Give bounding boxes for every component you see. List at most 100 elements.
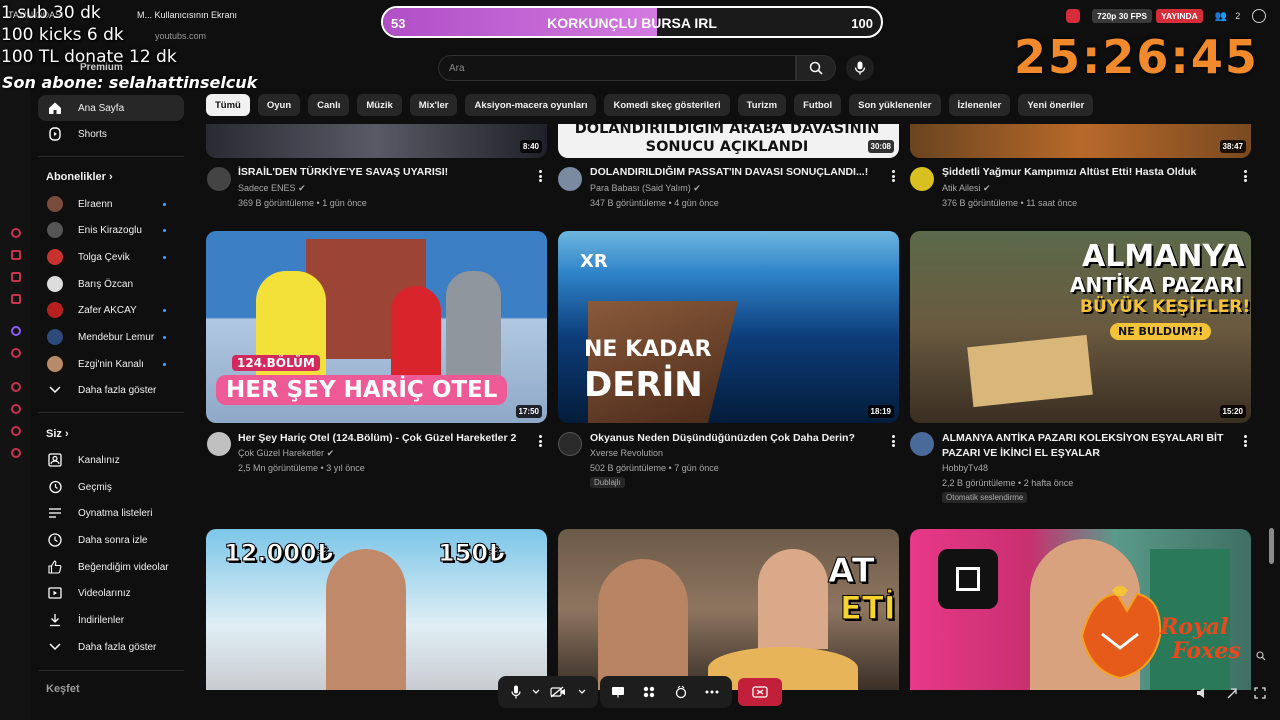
camera-off-icon[interactable] [550,684,566,700]
sidebar-item-subscription[interactable]: Ezgi'nin Kanalı [38,351,184,377]
settings-icon[interactable] [1252,9,1267,23]
channel-avatar [47,329,63,345]
channel-avatar[interactable] [207,167,231,191]
search-button[interactable] [796,55,836,81]
video-thumbnail[interactable]: 8:40 [206,124,547,158]
sidebar-item-subscription[interactable]: Enis Kirazoglu [38,217,184,243]
video-title[interactable]: Şiddetli Yağmur Kampımızı Altüst Etti! H… [942,165,1232,180]
voice-search-button[interactable] [846,55,874,81]
sidebar-show-more-subscriptions[interactable]: Daha fazla göster [38,377,184,403]
video-thumbnail[interactable]: 124.BÖLÜM HER ŞEY HARİÇ OTEL 17:50 [206,231,547,423]
fullscreen-icon[interactable] [1254,686,1266,704]
channel-name[interactable]: Çok Güzel Hareketler ✔ [238,448,334,459]
host-app-icon[interactable] [11,404,21,414]
sidebar-item-home[interactable]: Ana Sayfa [38,95,184,121]
pop-out-icon[interactable] [1226,686,1238,704]
video-duration: 18:19 [867,405,894,418]
more-options-icon[interactable] [704,684,720,700]
chevron-down-icon[interactable] [528,684,544,700]
sidebar-item-subscription[interactable]: Tolga Çevik [38,244,184,270]
host-app-icon[interactable] [11,448,21,458]
channel-name[interactable]: Para Babası (Said Yalım) ✔ [590,183,701,194]
twitch-icon[interactable] [11,326,21,336]
video-title[interactable]: ALMANYA ANTİKA PAZARI KOLEKSİYON EŞYALAR… [942,431,1232,461]
you-heading[interactable]: Siz › [46,428,69,440]
more-options-icon[interactable] [1240,168,1250,184]
sidebar-item-your-videos[interactable]: Videolarınız [38,580,184,606]
chip[interactable]: Oyun [257,94,301,116]
chip[interactable]: Futbol [794,94,842,116]
stream-goals: 1 sub 30 dk 100 kicks 6 dk 100 TL donate… [1,2,177,68]
chip[interactable]: Son yüklenenler [849,94,941,116]
sidebar-item-watch-later[interactable]: Daha sonra izle [38,527,184,553]
host-app-icon[interactable] [11,272,21,282]
more-options-icon[interactable] [535,168,545,184]
channel-avatar[interactable] [558,167,582,191]
stream-title: KORKUNÇLU BURSA IRL [547,15,717,31]
history-icon [46,478,64,496]
channel-avatar[interactable] [207,432,231,456]
thumbnail-caption: HER ŞEY HARİÇ OTEL [216,375,508,405]
zoom-icon[interactable] [1256,648,1266,666]
sidebar-item-shorts[interactable]: Shorts [38,121,184,147]
channel-avatar[interactable] [558,432,582,456]
video-title[interactable]: Her Şey Hariç Otel (124.Bölüm) - Çok Güz… [238,431,528,446]
search-input[interactable]: Ara [438,55,796,81]
host-app-icon[interactable] [11,348,21,358]
microphone-icon[interactable] [508,684,524,700]
video-title[interactable]: Okyanus Neden Düşündüğünüzden Çok Daha D… [590,431,880,446]
sidebar-item-downloads[interactable]: İndirilenler [38,607,184,633]
chip[interactable]: Canlı [308,94,350,116]
channel-name[interactable]: Xverse Revolution [590,448,663,458]
activities-icon[interactable] [641,684,657,700]
more-options-icon[interactable] [888,168,898,184]
sidebar-item-playlists[interactable]: Oynatma listeleri [38,500,184,526]
more-options-icon[interactable] [1240,433,1250,449]
host-app-icon[interactable] [11,382,21,392]
sidebar-show-more[interactable]: Daha fazla göster [38,634,184,660]
video-thumbnail[interactable]: XR NE KADAR DERİN 18:19 [558,231,899,423]
channel-avatar[interactable] [910,167,934,191]
more-options-icon[interactable] [535,433,545,449]
video-title[interactable]: DOLANDIRILDIĞIM PASSAT'IN DAVASI SONUÇLA… [590,165,880,180]
chip[interactable]: Mix'ler [409,94,458,116]
host-app-icon[interactable] [11,426,21,436]
more-options-icon[interactable] [888,433,898,449]
channel-name[interactable]: HobbyTv48 [942,463,988,473]
video-thumbnail[interactable]: 12.000₺ 150₺ [206,529,547,690]
video-title[interactable]: İSRAİL'DEN TÜRKİYE'YE SAVAŞ UYARISI! [238,165,528,180]
chip[interactable]: İzlenenler [948,94,1011,116]
host-app-icon[interactable] [11,228,21,238]
host-app-icon[interactable] [11,250,21,260]
chip[interactable]: Yeni öneriler [1018,94,1094,116]
sidebar-item-subscription[interactable]: Zafer AKCAY [38,297,184,323]
leave-call-button[interactable] [738,678,782,706]
volume-icon[interactable] [1196,686,1208,704]
sidebar-item-subscription[interactable]: Mendebur Lemur [38,324,184,350]
chip[interactable]: Tümü [206,94,250,116]
scrollbar-thumb[interactable] [1269,528,1274,564]
stream-app-icon[interactable] [1066,9,1080,23]
sidebar-item-liked-videos[interactable]: Beğendiğim videolar [38,554,184,580]
screen-share-icon[interactable] [610,684,626,700]
chip[interactable]: Turizm [737,94,787,116]
video-thumbnail[interactable]: AT ETİ [558,529,899,690]
channel-avatar[interactable] [910,432,934,456]
sidebar-item-subscription[interactable]: Elraenn [38,191,184,217]
subscriptions-heading[interactable]: Abonelikler › [46,171,113,183]
video-thumbnail[interactable]: ALMANYA ANTİKA PAZARI BÜYÜK KEŞİFLER! NE… [910,231,1251,423]
chip[interactable]: Aksiyon-macera oyunları [465,94,597,116]
video-duration: 30:08 [867,140,894,153]
chevron-down-icon[interactable] [574,684,590,700]
chip[interactable]: Müzik [357,94,402,116]
channel-name[interactable]: Atik Ailesi ✔ [942,183,991,194]
sidebar-item-subscription[interactable]: Barış Özcan [38,271,184,297]
sidebar-item-your-channel[interactable]: Kanalınız [38,447,184,473]
chip[interactable]: Komedi skeç gösterileri [604,94,730,116]
sidebar-item-history[interactable]: Geçmiş [38,474,184,500]
soundboard-icon[interactable] [673,684,689,700]
video-thumbnail[interactable]: 38:47 [910,124,1251,158]
host-app-icon[interactable] [11,294,21,304]
video-thumbnail[interactable]: DOLANDIRILDIĞIM ARABA DAVASININ SONUCU A… [558,124,899,158]
channel-name[interactable]: Sadece ENES ✔ [238,183,306,194]
